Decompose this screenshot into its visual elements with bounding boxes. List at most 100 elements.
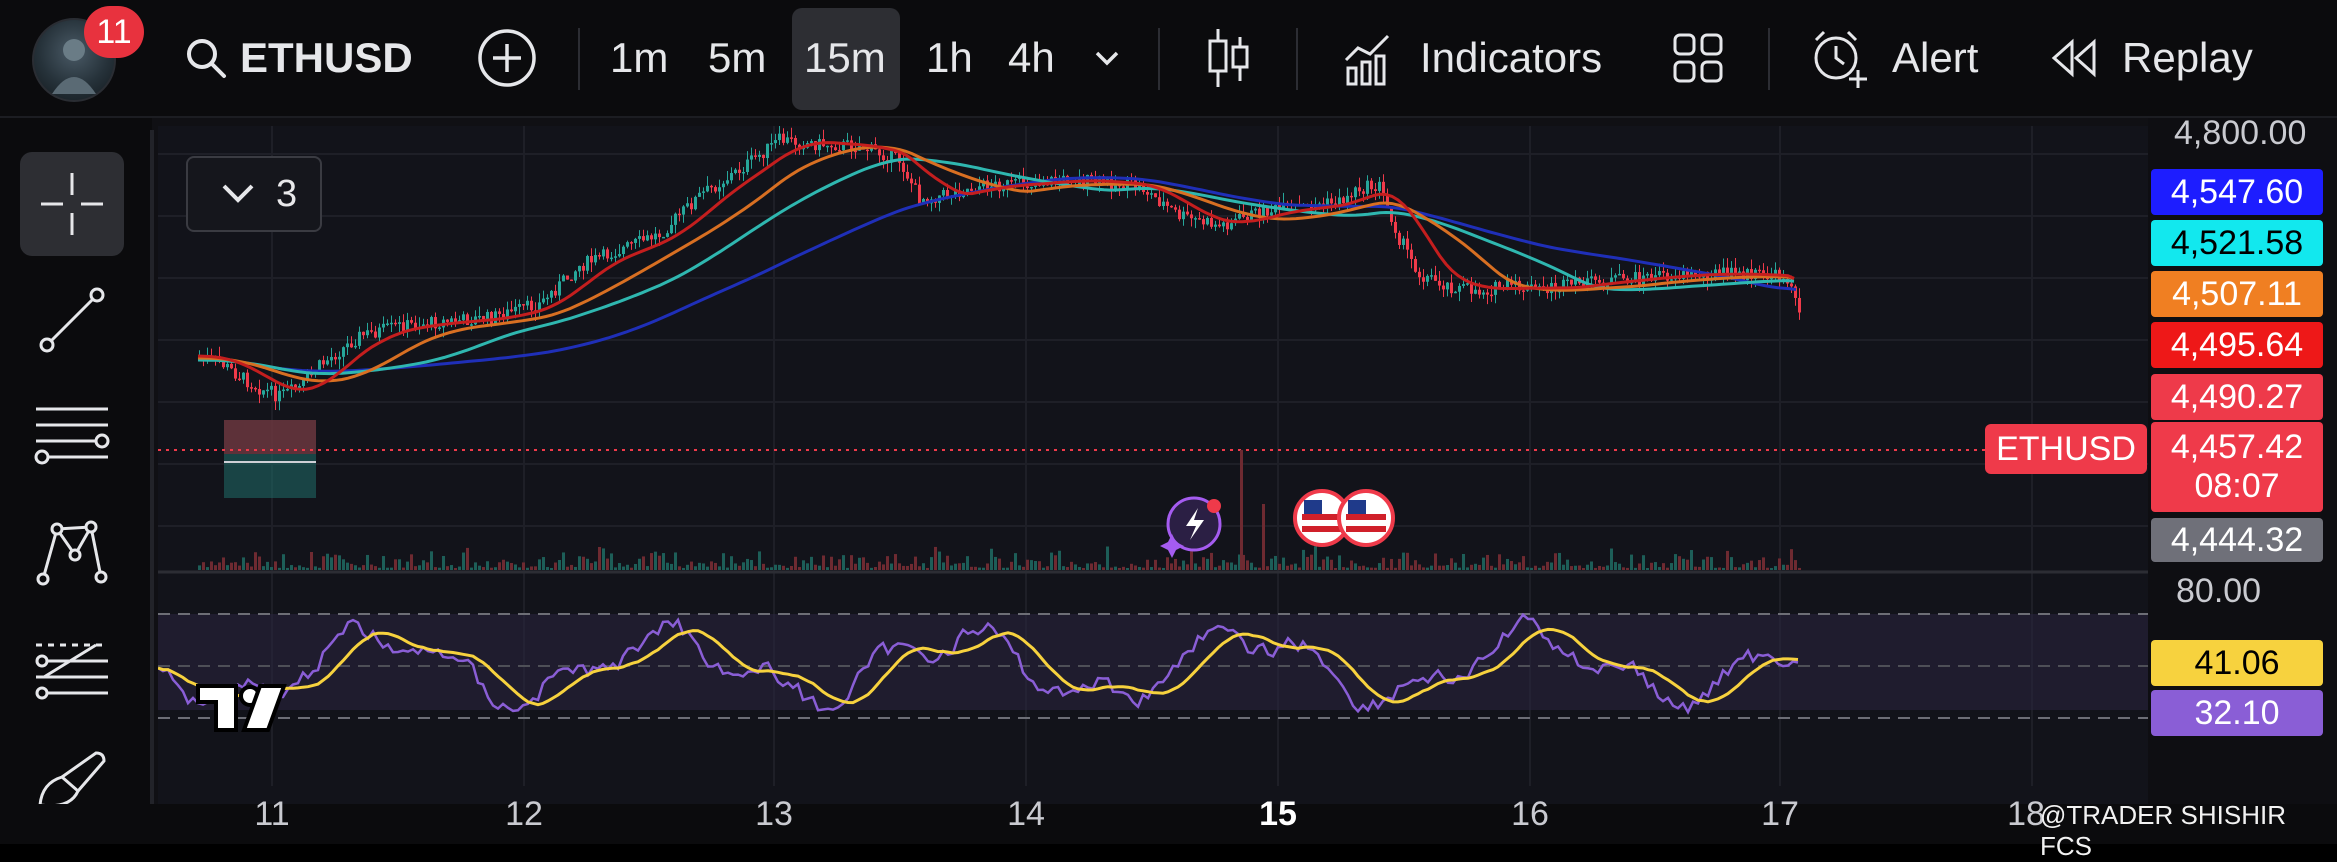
candle-body bbox=[658, 233, 661, 238]
candle-body bbox=[674, 213, 677, 225]
legend-toggle[interactable]: 3 bbox=[186, 156, 322, 232]
volume-bar bbox=[1394, 567, 1397, 570]
volume-bar bbox=[450, 565, 453, 570]
volume-bar bbox=[290, 565, 293, 570]
volume-bar bbox=[946, 555, 949, 570]
volume-bar bbox=[1038, 561, 1041, 570]
volume-bar bbox=[1414, 560, 1417, 570]
candle-body bbox=[1402, 238, 1405, 245]
fib-retracement-tool[interactable] bbox=[20, 384, 124, 488]
volume-bar bbox=[1002, 567, 1005, 570]
volume-bar bbox=[1286, 565, 1289, 570]
volume-bar bbox=[258, 556, 261, 570]
volume-bar bbox=[454, 567, 457, 570]
layouts-button[interactable] bbox=[1672, 0, 1724, 116]
timeframe-1h[interactable]: 1h bbox=[926, 0, 973, 116]
volume-bar bbox=[934, 546, 937, 570]
replay-button[interactable]: Replay bbox=[2050, 0, 2253, 116]
ma-label-red: 4,495.64 bbox=[2151, 322, 2323, 368]
candle-body bbox=[1474, 289, 1477, 294]
volume-bar bbox=[1158, 567, 1161, 570]
volume-bar bbox=[690, 561, 693, 570]
volume-bar bbox=[246, 562, 249, 570]
volume-bar bbox=[1762, 557, 1765, 570]
volume-bar bbox=[1734, 567, 1737, 570]
volume-bar bbox=[1462, 553, 1465, 570]
add-symbol-button[interactable] bbox=[476, 0, 538, 116]
volume-bar bbox=[1378, 563, 1381, 570]
alert-button[interactable]: Alert bbox=[1808, 0, 1978, 116]
volume-bar bbox=[998, 558, 1001, 570]
volume-bar bbox=[1162, 567, 1165, 570]
candle-body bbox=[594, 255, 597, 263]
rsi-value: 32.10 bbox=[2151, 690, 2323, 736]
volume-bar bbox=[1674, 554, 1677, 570]
volume-spike bbox=[1240, 450, 1243, 570]
volume-bar bbox=[1622, 567, 1625, 570]
candle-body bbox=[398, 322, 401, 324]
timeframe-5m[interactable]: 5m bbox=[708, 0, 766, 116]
trend-line-tool[interactable] bbox=[20, 268, 124, 372]
rsi-ma-value: 41.06 bbox=[2151, 640, 2323, 686]
candle-body bbox=[530, 300, 533, 311]
symbol-label: ETHUSD bbox=[240, 34, 413, 81]
candle-body bbox=[1354, 187, 1357, 198]
candle-body bbox=[234, 368, 237, 379]
volume-bar bbox=[1726, 550, 1729, 570]
candle-body bbox=[558, 281, 561, 296]
candle-body bbox=[970, 188, 973, 191]
volume-bar bbox=[494, 567, 497, 570]
timeframe-dropdown[interactable] bbox=[1094, 0, 1120, 116]
volume-bar bbox=[650, 553, 653, 570]
timeframe-15m[interactable]: 15m bbox=[804, 0, 886, 116]
volume-bar bbox=[754, 566, 757, 570]
candle-body bbox=[686, 203, 689, 207]
crosshair-tool[interactable] bbox=[20, 152, 124, 256]
candle-body bbox=[382, 323, 385, 328]
price-tick-top: 4,800.00 bbox=[2174, 114, 2307, 152]
chart-type-button[interactable] bbox=[1206, 0, 1252, 116]
timeframe-1m[interactable]: 1m bbox=[610, 0, 668, 116]
candle-body bbox=[242, 372, 245, 380]
candle-body bbox=[270, 385, 273, 390]
candle-body bbox=[678, 213, 681, 216]
volume-bar bbox=[1406, 552, 1409, 570]
volume-bar bbox=[1770, 567, 1773, 570]
candle-body bbox=[694, 196, 697, 210]
volume-bar bbox=[890, 563, 893, 570]
volume-bar bbox=[1058, 550, 1061, 570]
forecast-tool[interactable] bbox=[20, 614, 124, 718]
volume-bar bbox=[1398, 558, 1401, 570]
indicators-button[interactable]: Indicators bbox=[1342, 0, 1602, 116]
volume-bar bbox=[1194, 563, 1197, 570]
chart-pane[interactable] bbox=[157, 125, 2148, 804]
volume-bar bbox=[1470, 564, 1473, 570]
candle-body bbox=[1010, 180, 1013, 182]
volume-bar bbox=[518, 567, 521, 570]
volume-bar bbox=[1418, 564, 1421, 570]
volume-bar bbox=[866, 562, 869, 570]
timeframe-4h[interactable]: 4h bbox=[1008, 0, 1055, 116]
volume-bar bbox=[1294, 563, 1297, 570]
volume-bar bbox=[1646, 567, 1649, 570]
volume-bar bbox=[1606, 565, 1609, 570]
candle-body bbox=[1450, 282, 1453, 294]
volume-bar bbox=[986, 563, 989, 570]
candle-body bbox=[1762, 270, 1765, 274]
candle-body bbox=[1026, 186, 1029, 189]
volume-bar bbox=[958, 563, 961, 570]
volume-bar bbox=[1022, 566, 1025, 570]
volume-bar bbox=[578, 556, 581, 570]
volume-bar bbox=[1282, 557, 1285, 570]
volume-bar bbox=[1506, 558, 1509, 570]
symbol-search-button[interactable]: ETHUSD bbox=[184, 0, 413, 116]
candle-body bbox=[1174, 207, 1177, 210]
volume-bar bbox=[218, 562, 221, 570]
volume-bar bbox=[762, 563, 765, 570]
candle-body bbox=[334, 356, 337, 360]
pattern-tool[interactable] bbox=[20, 500, 124, 604]
candle-body bbox=[1030, 186, 1033, 189]
candle-body bbox=[278, 390, 281, 402]
candle-body bbox=[902, 162, 905, 172]
volume-bar bbox=[1486, 554, 1489, 570]
